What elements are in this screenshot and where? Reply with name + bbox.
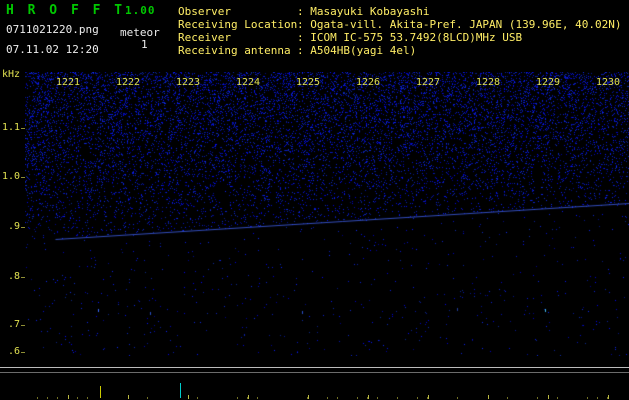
freq-tick-mark xyxy=(21,227,25,228)
minute-tick xyxy=(428,395,429,399)
event-mark xyxy=(180,383,181,398)
info-value: Ogata-vill. Akita-Pref. JAPAN (139.96E, … xyxy=(310,18,622,31)
info-value: ICOM IC-575 53.7492(8LCD)MHz USB xyxy=(310,31,523,44)
mode-label: meteor xyxy=(120,26,160,39)
hrofft-output-image: H R O F F T 1.00 0711021220.png meteor 0… xyxy=(0,0,629,400)
freq-tick-label: .9 xyxy=(7,221,20,232)
minute-tick xyxy=(128,395,129,399)
sub-tick xyxy=(537,397,538,399)
info-colon: : xyxy=(297,44,311,57)
minute-tick xyxy=(368,395,369,399)
freq-tick-label: .7 xyxy=(7,319,20,330)
freq-tick-label: .6 xyxy=(7,346,20,357)
info-value: Masayuki Kobayashi xyxy=(310,5,430,18)
sub-tick xyxy=(457,397,458,399)
time-tick-label: 1221 xyxy=(55,77,81,88)
station-info-row: Receiving Location: Ogata-vill. Akita-Pr… xyxy=(178,18,622,31)
event-mark xyxy=(100,386,101,398)
time-tick-label: 1227 xyxy=(415,77,441,88)
spectrogram-canvas xyxy=(25,72,629,356)
sub-tick xyxy=(37,397,38,399)
minute-tick xyxy=(68,395,69,399)
freq-tick-mark xyxy=(21,277,25,278)
sub-tick xyxy=(507,397,508,399)
datetime-label: 07.11.02 12:20 xyxy=(6,43,99,56)
time-tick-label: 1224 xyxy=(235,77,261,88)
sub-tick xyxy=(87,397,88,399)
freq-tick-mark xyxy=(21,325,25,326)
sub-tick xyxy=(47,397,48,399)
sub-tick xyxy=(237,397,238,399)
sub-tick xyxy=(377,397,378,399)
sub-tick xyxy=(337,397,338,399)
freq-tick-label: 1.1 xyxy=(1,122,20,133)
time-tick-label: 1225 xyxy=(295,77,321,88)
freq-tick-mark xyxy=(21,352,25,353)
sub-tick xyxy=(417,397,418,399)
minute-tick xyxy=(248,395,249,399)
sub-tick xyxy=(327,397,328,399)
info-value: A504HB(yagi 4el) xyxy=(310,44,417,57)
station-info: Observer: Masayuki Kobayashi Receiving Lo… xyxy=(178,5,622,57)
station-info-row: Receiving antenna: A504HB(yagi 4el) xyxy=(178,44,622,57)
signal-level-trace-upper xyxy=(0,367,629,368)
info-colon: : xyxy=(297,5,311,18)
info-colon: : xyxy=(297,18,311,31)
minute-tick xyxy=(608,395,609,399)
station-info-row: Receiver: ICOM IC-575 53.7492(8LCD)MHz U… xyxy=(178,31,622,44)
info-label: Receiving Location xyxy=(178,18,298,31)
meteor-count: 1 xyxy=(141,38,148,51)
sub-tick xyxy=(77,397,78,399)
minute-tick xyxy=(308,395,309,399)
sub-tick xyxy=(397,397,398,399)
app-version-label: 1.00 xyxy=(125,4,156,17)
app-logo: H R O F F T xyxy=(6,3,126,18)
minute-tick xyxy=(188,395,189,399)
output-filename: 0711021220.png xyxy=(6,23,99,36)
time-tick-label: 1228 xyxy=(475,77,501,88)
freq-tick-label: .8 xyxy=(7,271,20,282)
sub-tick xyxy=(197,397,198,399)
station-info-row: Observer: Masayuki Kobayashi xyxy=(178,5,622,18)
sub-tick xyxy=(557,397,558,399)
info-colon: : xyxy=(297,31,311,44)
time-tick-label: 1230 xyxy=(595,77,621,88)
info-label: Receiver xyxy=(178,31,231,44)
time-tick-label: 1229 xyxy=(535,77,561,88)
minute-tick xyxy=(488,395,489,399)
info-label: Receiving antenna xyxy=(178,44,291,57)
freq-tick-mark xyxy=(21,177,25,178)
info-label: Observer xyxy=(178,5,231,18)
sub-tick xyxy=(587,397,588,399)
sub-tick xyxy=(57,397,58,399)
freq-tick-label: 1.0 xyxy=(1,171,20,182)
sub-tick xyxy=(597,397,598,399)
time-tick-label: 1226 xyxy=(355,77,381,88)
sub-tick xyxy=(147,397,148,399)
time-tick-label: 1223 xyxy=(175,77,201,88)
sub-tick xyxy=(357,397,358,399)
sub-tick xyxy=(257,397,258,399)
freq-tick-mark xyxy=(21,128,25,129)
minute-tick xyxy=(548,395,549,399)
time-tick-label: 1222 xyxy=(115,77,141,88)
signal-level-trace-lower xyxy=(0,372,629,373)
freq-axis-unit: kHz xyxy=(2,69,21,80)
